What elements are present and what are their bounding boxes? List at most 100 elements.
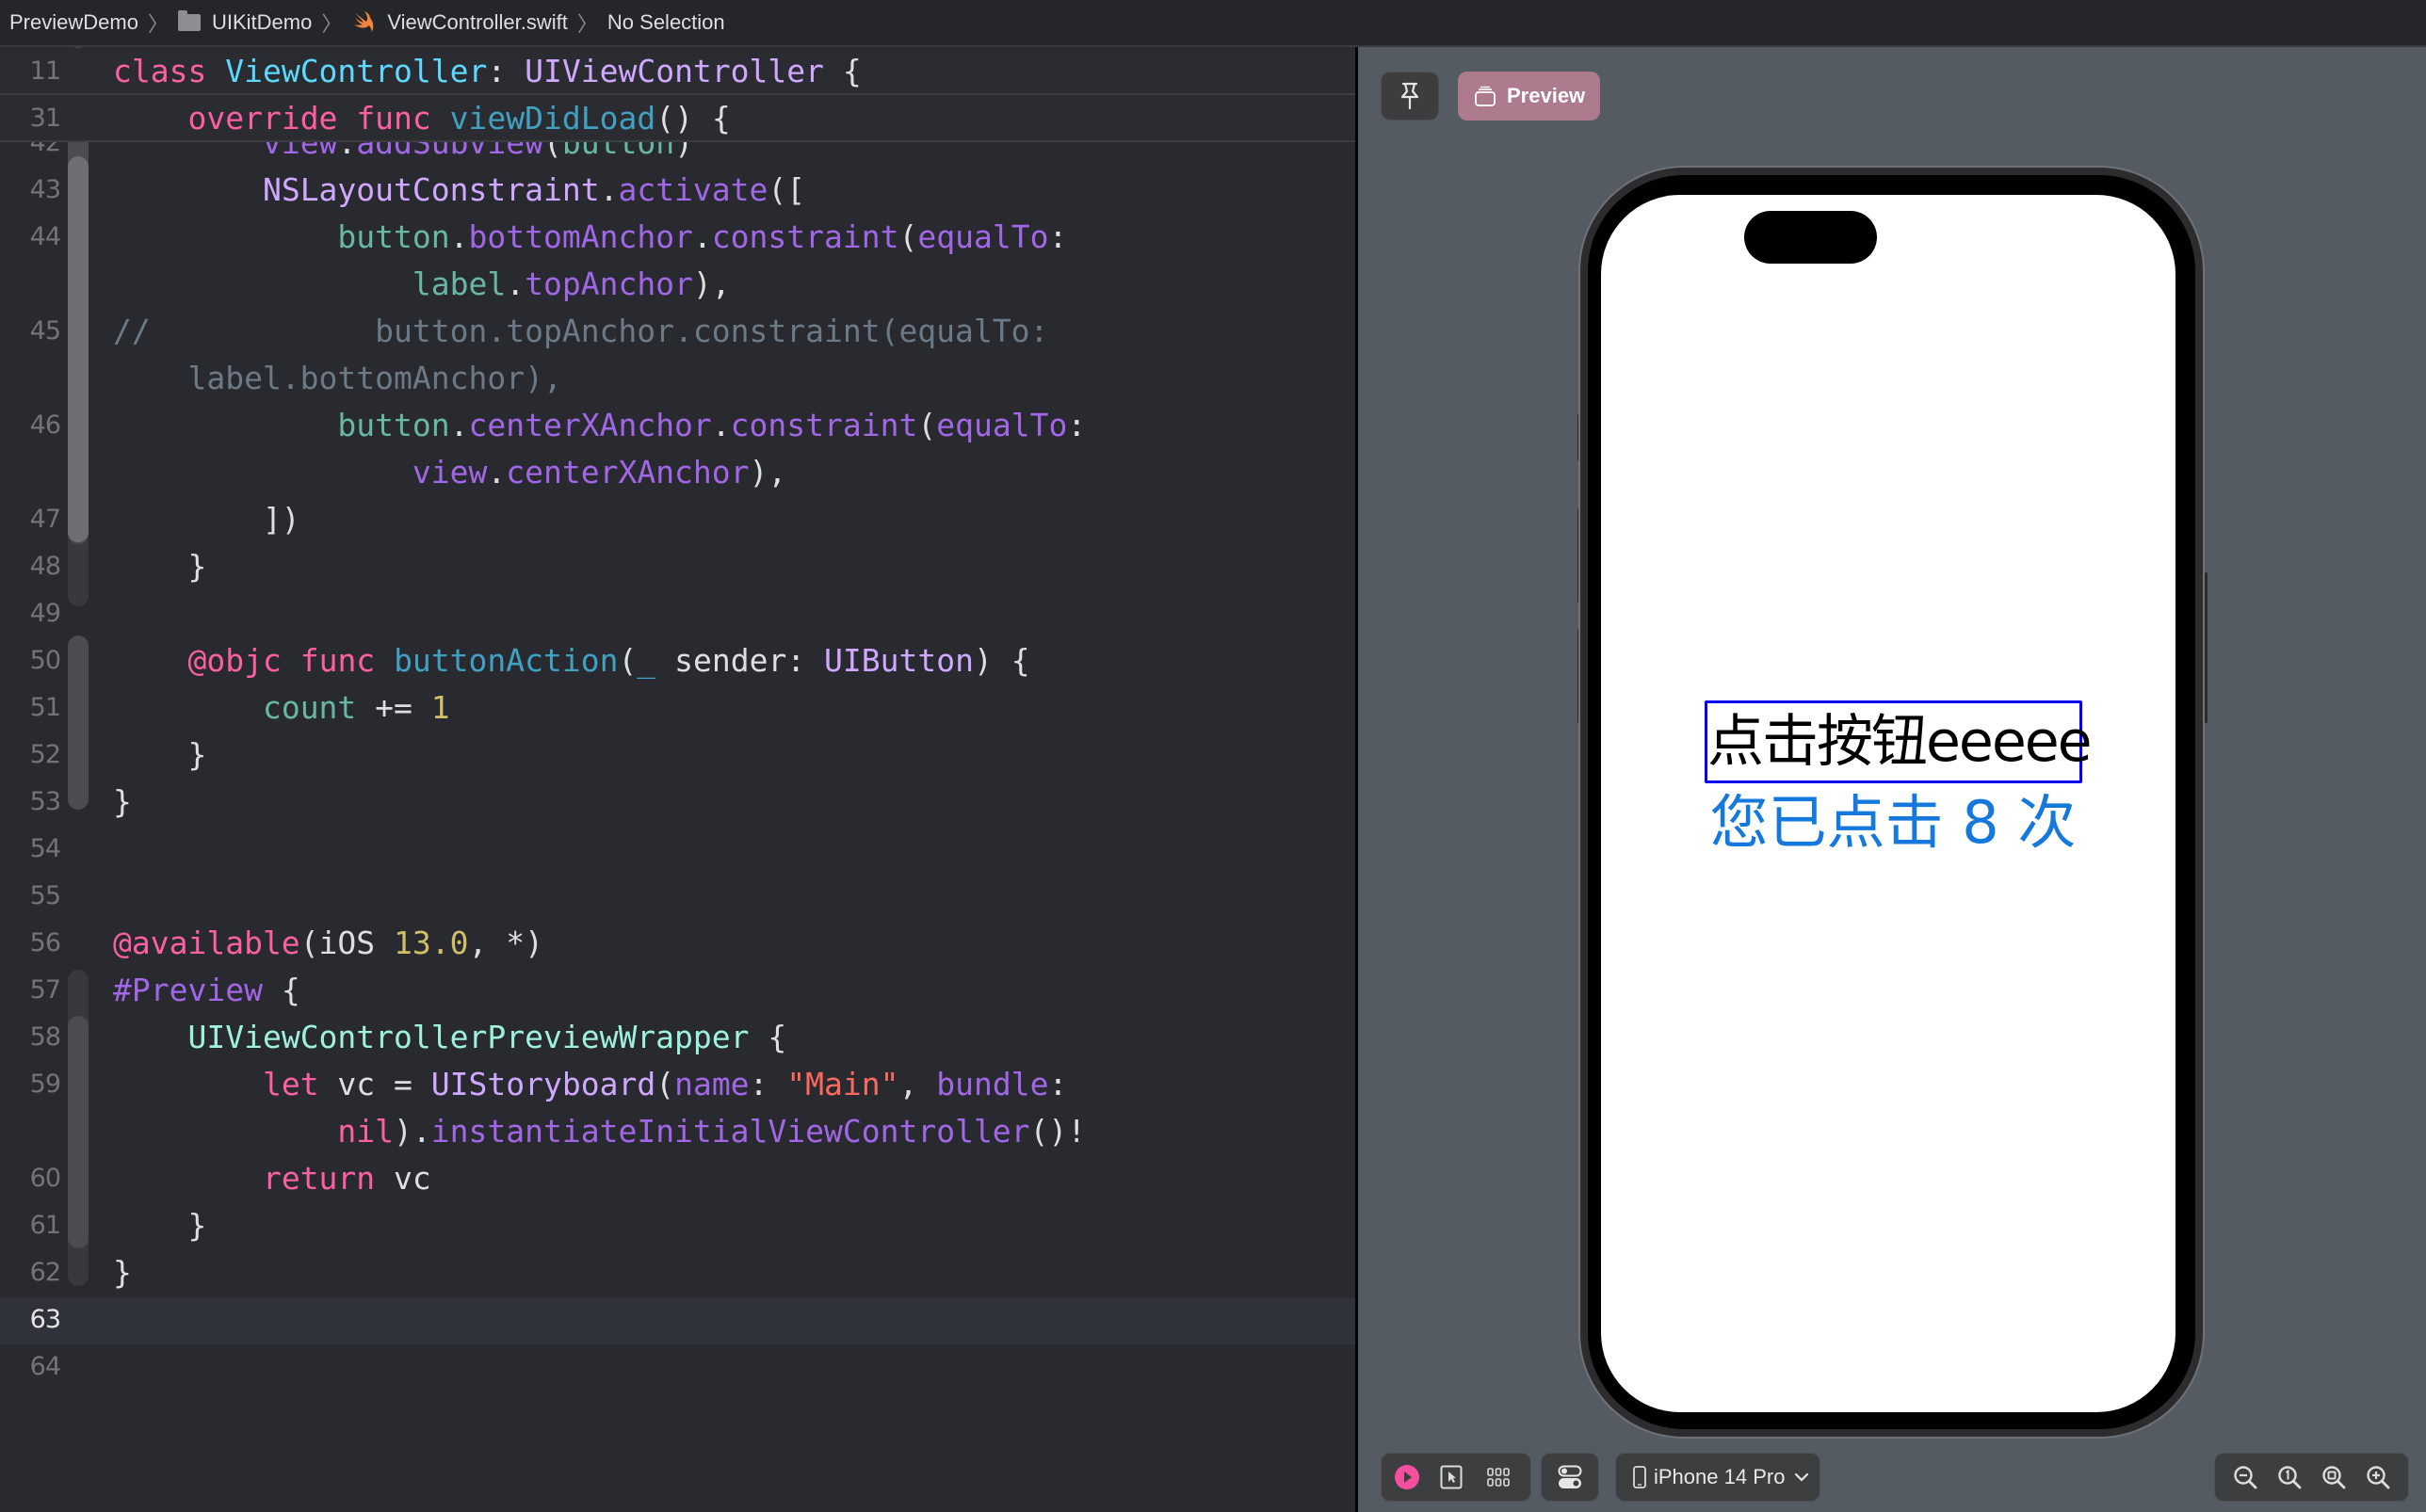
code-line[interactable]: 48 } (0, 543, 1355, 590)
breadcrumb-selection[interactable]: No Selection (607, 10, 725, 35)
code-token-kw: nil (337, 1113, 395, 1150)
code-line[interactable]: 58 UIViewControllerPreviewWrapper { (0, 1014, 1355, 1061)
code-text: @available(iOS 13.0, *) (113, 920, 543, 967)
cursor-select-icon (1440, 1465, 1463, 1489)
sticky-header-function[interactable]: 31 override func viewDidLoad() { (0, 95, 1355, 142)
iphone-icon (1633, 1466, 1646, 1488)
line-number[interactable]: 49 (0, 590, 61, 637)
code-token-mth: constraint (730, 407, 918, 443)
zoom-actual-size-icon[interactable] (2277, 1465, 2302, 1489)
code-line[interactable]: 53} (0, 779, 1355, 826)
chevron-right-icon: 〉 (576, 12, 598, 36)
line-number[interactable]: 44 (0, 214, 61, 261)
code-line[interactable]: 43 NSLayoutConstraint.activate([ (0, 167, 1355, 214)
zoom-in-icon[interactable] (2366, 1465, 2390, 1489)
code-token-plain: ]) (113, 501, 300, 538)
device-settings-button[interactable] (1541, 1453, 1599, 1502)
breadcrumb-group[interactable]: UIKitDemo (212, 10, 312, 35)
code-line[interactable]: 47 ]) (0, 496, 1355, 543)
code-line-wrap[interactable]: view.centerXAnchor), (0, 449, 1355, 496)
zoom-out-icon[interactable] (2233, 1465, 2257, 1489)
line-number[interactable]: 48 (0, 543, 61, 590)
line-number[interactable]: 45 (0, 308, 61, 355)
code-line[interactable]: 62} (0, 1249, 1355, 1296)
line-number[interactable]: 52 (0, 732, 61, 779)
line-number[interactable]: 50 (0, 637, 61, 684)
line-number[interactable]: 61 (0, 1202, 61, 1249)
toggles-icon (1558, 1465, 1582, 1488)
code-line-wrap[interactable]: label.bottomAnchor), (0, 355, 1355, 402)
code-line[interactable]: 46 button.centerXAnchor.constraint(equal… (0, 402, 1355, 449)
device-picker[interactable]: iPhone 14 Pro (1615, 1453, 1820, 1502)
code-line[interactable]: 56 @available(iOS 13.0, *) (0, 920, 1355, 967)
code-text: let vc = UIStoryboard(name: "Main", bund… (113, 1061, 1067, 1108)
code-line[interactable]: 50 @objc func buttonAction(_ sender: UIB… (0, 637, 1355, 684)
variants-mode-button[interactable] (1470, 1467, 1527, 1488)
code-token-mth: centerXAnchor (506, 454, 750, 491)
line-number[interactable]: 57 (0, 967, 61, 1014)
line-number[interactable]: 63 (0, 1296, 61, 1343)
zoom-to-fit-icon[interactable] (2321, 1465, 2346, 1489)
line-number[interactable]: 53 (0, 779, 61, 826)
code-token-plain: : (1048, 218, 1068, 255)
line-number[interactable]: 62 (0, 1249, 61, 1296)
line-number[interactable]: 46 (0, 402, 61, 449)
line-number[interactable]: 43 (0, 167, 61, 214)
code-token-plain: { (262, 972, 300, 1008)
app-tap-button[interactable]: 点击按钮eeeee (1705, 700, 2093, 783)
code-line[interactable]: 49 (0, 590, 1355, 637)
code-token-plain: . (692, 218, 712, 255)
code-line[interactable]: 63 (0, 1296, 1355, 1343)
code-text: } (113, 1249, 132, 1296)
line-number[interactable]: 54 (0, 826, 61, 873)
pin-preview-button[interactable] (1381, 72, 1439, 121)
code-line[interactable]: 52 } (0, 732, 1355, 779)
code-token-mth: equalTo (936, 407, 1068, 443)
code-token-mth: equalTo (917, 218, 1049, 255)
folder-icon (177, 10, 201, 31)
breadcrumb-project[interactable]: PreviewDemo (9, 10, 138, 35)
zoom-controls (2214, 1453, 2409, 1502)
line-number[interactable]: 64 (0, 1343, 61, 1391)
code-line[interactable]: 64 (0, 1343, 1355, 1391)
code-line[interactable]: 61 } (0, 1202, 1355, 1249)
code-line[interactable]: 60 return vc (0, 1155, 1355, 1202)
code-text: } (113, 1202, 206, 1249)
code-token-mth: instantiateInitialViewController (430, 1113, 1030, 1150)
code-text: // button.topAnchor.constraint(equalTo: (113, 308, 1048, 355)
selectable-mode-button[interactable] (1432, 1465, 1470, 1489)
code-line[interactable]: 45 // button.topAnchor.constraint(equalTo… (0, 308, 1355, 355)
code-line[interactable]: 44 button.bottomAnchor.constraint(equalT… (0, 214, 1355, 261)
code-line-wrap[interactable]: nil).instantiateInitialViewController()! (0, 1108, 1355, 1155)
line-number[interactable]: 60 (0, 1155, 61, 1202)
breadcrumb-file[interactable]: ViewController.swift (387, 10, 568, 35)
live-mode-button[interactable] (1382, 1465, 1432, 1489)
code-text: button.centerXAnchor.constraint(equalTo: (113, 402, 1086, 449)
source-editor[interactable]: 42 view.addSubview(button) 43 NSLayoutCon… (0, 47, 1355, 1512)
code-line[interactable]: 57 #Preview { (0, 967, 1355, 1014)
line-number[interactable]: 58 (0, 1014, 61, 1061)
code-token-plain: : (749, 1066, 787, 1102)
code-line[interactable]: 59 let vc = UIStoryboard(name: "Main", b… (0, 1061, 1355, 1108)
code-line[interactable]: 54 (0, 826, 1355, 873)
code-text: count += 1 (113, 684, 450, 732)
line-number[interactable]: 47 (0, 496, 61, 543)
code-token-num: 13.0 (394, 925, 469, 961)
code-line[interactable]: 51 count += 1 (0, 684, 1355, 732)
code-line-wrap[interactable]: label.topAnchor), (0, 261, 1355, 308)
code-token-mth: view (412, 454, 488, 491)
sticky-header-class[interactable]: 11 class ViewController: UIViewControlle… (0, 48, 1355, 95)
line-number[interactable]: 51 (0, 684, 61, 732)
line-number[interactable]: 55 (0, 873, 61, 920)
code-text: button.bottomAnchor.constraint(equalTo: (113, 214, 1067, 261)
line-number[interactable]: 59 (0, 1061, 61, 1108)
code-line[interactable]: 55 (0, 873, 1355, 920)
line-number[interactable]: 56 (0, 920, 61, 967)
preview-tab[interactable]: Preview (1458, 72, 1600, 121)
